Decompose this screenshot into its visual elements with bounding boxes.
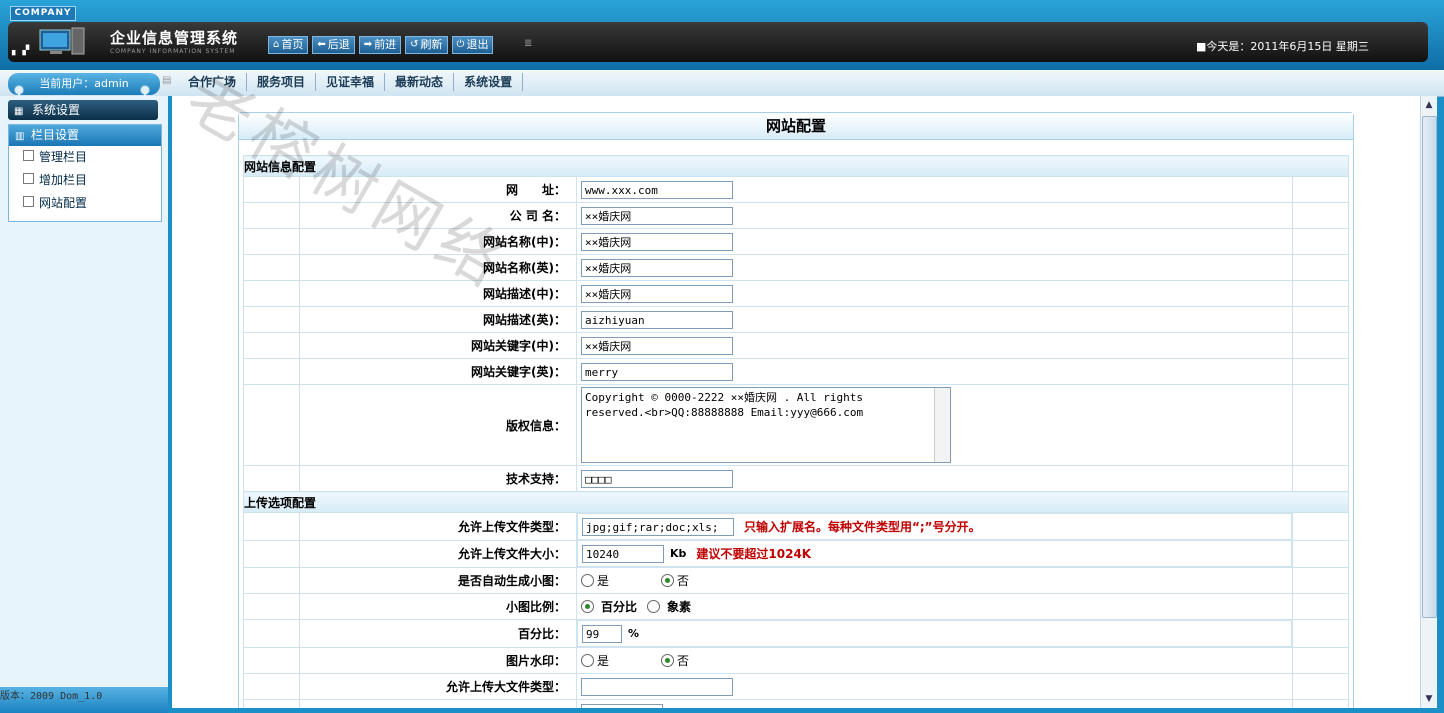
table-row: 网 址： www.xxx.com (243, 176, 1349, 203)
percent-unit: % (628, 627, 640, 640)
monitor-logo-icon (39, 27, 85, 55)
date-display: ■今天是：2011年6月15日 星期三 (1196, 40, 1369, 53)
page-icon: . (23, 196, 34, 207)
tech-support-input[interactable]: □□□□ (581, 469, 733, 488)
table-row: 网站关键字(英)： merry (243, 358, 1349, 385)
site-name-cn-input[interactable]: ××婚庆网 (581, 232, 733, 251)
page-icon: . (23, 150, 34, 161)
sidebar-panel: ▥栏目设置 .管理栏目 .增加栏目 .网站配置 (8, 124, 162, 222)
section-row: 网站信息配置 (243, 155, 1349, 177)
table-row: 图片水印：是否 (243, 647, 1349, 674)
tab-settings[interactable]: 系统设置 (454, 73, 524, 91)
forward-button[interactable]: ➡ 前进 (358, 36, 402, 54)
section-header: 网站信息配置 (243, 155, 1349, 177)
sidebar-item-manage-columns[interactable]: .管理栏目 (9, 146, 161, 169)
header-nav: ⌂ 首页 ⬅ 后退 ➡ 前进 ↺ 刷新 ⏻ 退出 (268, 36, 494, 54)
table-row: 网站关键字(中)： ××婚庆网 (243, 332, 1349, 359)
partial-input[interactable] (581, 703, 663, 708)
main-tabs: 合作广场 服务项目 见证幸福 最新动态 系统设置 (178, 73, 524, 91)
current-user: 当前用户：admin (8, 73, 160, 95)
scroll-up-icon[interactable]: ▲ (1421, 98, 1437, 112)
page-scrollbar[interactable]: ▲ ▼ (1420, 96, 1437, 708)
copyright-textarea[interactable]: Copyright © 0000-2222 ××婚庆网 . All rights… (581, 387, 951, 463)
config-table: 网站信息配置 网 址： www.xxx.com 公 司 名： ××婚庆网 网站名称(… (243, 155, 1349, 708)
section-header: 上传选项配置 (243, 491, 1349, 513)
size-unit: Kb (670, 547, 687, 560)
upload-types-input[interactable]: jpg;gif;rar;doc;xls; (582, 517, 734, 536)
page-icon: . (23, 173, 34, 184)
table-row: 网站名称(中)： ××婚庆网 (243, 228, 1349, 255)
upload-size-input[interactable]: 10240 (582, 544, 664, 563)
table-row: 公 司 名： ××婚庆网 (243, 202, 1349, 229)
tab-cooperation[interactable]: 合作广场 (178, 73, 248, 91)
upload-types-hint: 只输入扩展名。每种文件类型用“;”号分开。 (744, 520, 981, 534)
tab-services[interactable]: 服务项目 (247, 73, 317, 91)
menu-icon[interactable]: ≣ (524, 38, 534, 50)
table-row: 网站描述(英)： aizhiyuan (243, 306, 1349, 333)
table-row: 网站名称(英)： ××婚庆网 (243, 254, 1349, 281)
site-name-en-input[interactable]: ××婚庆网 (581, 258, 733, 277)
forward-arrow-icon: ➡ (363, 39, 373, 50)
site-desc-cn-input[interactable]: ××婚庆网 (581, 284, 733, 303)
watermark-no-radio[interactable] (661, 654, 675, 667)
version-label: 版本：2009 Dom_1.0 (0, 687, 168, 713)
table-row: 小图比例： 百分比 象素 (243, 593, 1349, 620)
main-content: 网站配置 网站信息配置 网 址： www.xxx.com 公 司 名： ××婚庆网 … (172, 96, 1420, 708)
table-row: 百分比： 99% (243, 619, 1349, 648)
grid-icon: ▦ (14, 106, 24, 117)
upload-size-hint: 建议不要超过1024K (696, 547, 812, 561)
sidebar-item-site-config[interactable]: .网站配置 (9, 192, 161, 215)
sidebar-section[interactable]: ▥ 栏目设置 (9, 125, 161, 146)
section-row: 上传选项配置 (243, 491, 1349, 513)
scroll-thumb[interactable] (1422, 116, 1437, 618)
tab-witness[interactable]: 见证幸福 (316, 73, 386, 91)
table-row: 允许上传大文件类型： (243, 673, 1349, 700)
keywords-en-input[interactable]: merry (581, 362, 733, 381)
bars-icon: ▖▗▘ (12, 46, 33, 56)
table-row: 是否自动生成小图：是否 (243, 567, 1349, 594)
table-row (243, 699, 1349, 708)
grip-icon: ▤ (162, 75, 172, 86)
ratio-percent-radio[interactable] (581, 600, 594, 613)
columns-icon: ▥ (15, 131, 25, 142)
url-input[interactable]: www.xxx.com (581, 180, 733, 199)
table-row: 网站描述(中)： ××婚庆网 (243, 280, 1349, 307)
thumb-yes-radio[interactable] (581, 574, 594, 587)
system-title: 企业信息管理系统 (110, 29, 239, 47)
textarea-scrollbar[interactable] (934, 388, 950, 462)
tab-news[interactable]: 最新动态 (385, 73, 455, 91)
ratio-pixel-radio[interactable] (647, 600, 661, 613)
percent-input[interactable]: 99 (582, 624, 622, 643)
table-row: 允许上传文件大小： 10240 Kb 建议不要超过1024K (243, 539, 1349, 568)
form-title: 网站配置 (239, 113, 1353, 140)
table-row: 技术支持： □□□□ (243, 465, 1349, 492)
table-row: 允许上传文件类型： jpg;gif;rar;doc;xls; 只输入扩展名。每种文件… (243, 512, 1349, 541)
power-icon: ⏻ (456, 39, 465, 50)
refresh-button[interactable]: ↺ 刷新 (405, 36, 448, 54)
bigfile-types-input[interactable] (581, 677, 733, 696)
config-form: 网站配置 网站信息配置 网 址： www.xxx.com 公 司 名： ××婚庆网 … (238, 112, 1354, 708)
scroll-down-icon[interactable]: ▼ (1421, 692, 1437, 706)
company-badge: COMPANY (10, 6, 76, 21)
home-button[interactable]: ⌂ 首页 (268, 36, 309, 54)
thumb-no-radio[interactable] (661, 574, 675, 587)
logout-button[interactable]: ⏻ 退出 (451, 36, 494, 54)
back-button[interactable]: ⬅ 后退 (312, 36, 355, 54)
refresh-icon: ↺ (410, 39, 419, 50)
table-row: 版权信息： Copyright © 0000-2222 ××婚庆网 . All r… (243, 384, 1349, 466)
keywords-cn-input[interactable]: ××婚庆网 (581, 336, 733, 355)
site-desc-en-input[interactable]: aizhiyuan (581, 310, 733, 329)
top-header: COMPANY ▖▗▘ 企业信息管理系统 COMPANY INFORMATION… (0, 0, 1444, 70)
company-name-input[interactable]: ××婚庆网 (581, 206, 733, 225)
sidebar-header[interactable]: ▦ 系统设置 (8, 100, 158, 120)
system-subtitle: COMPANY INFORMATION SYSTEM (110, 48, 236, 55)
watermark-yes-radio[interactable] (581, 654, 594, 667)
sidebar-item-add-column[interactable]: .增加栏目 (9, 169, 161, 192)
home-icon: ⌂ (273, 39, 280, 50)
back-arrow-icon: ⬅ (317, 39, 326, 50)
